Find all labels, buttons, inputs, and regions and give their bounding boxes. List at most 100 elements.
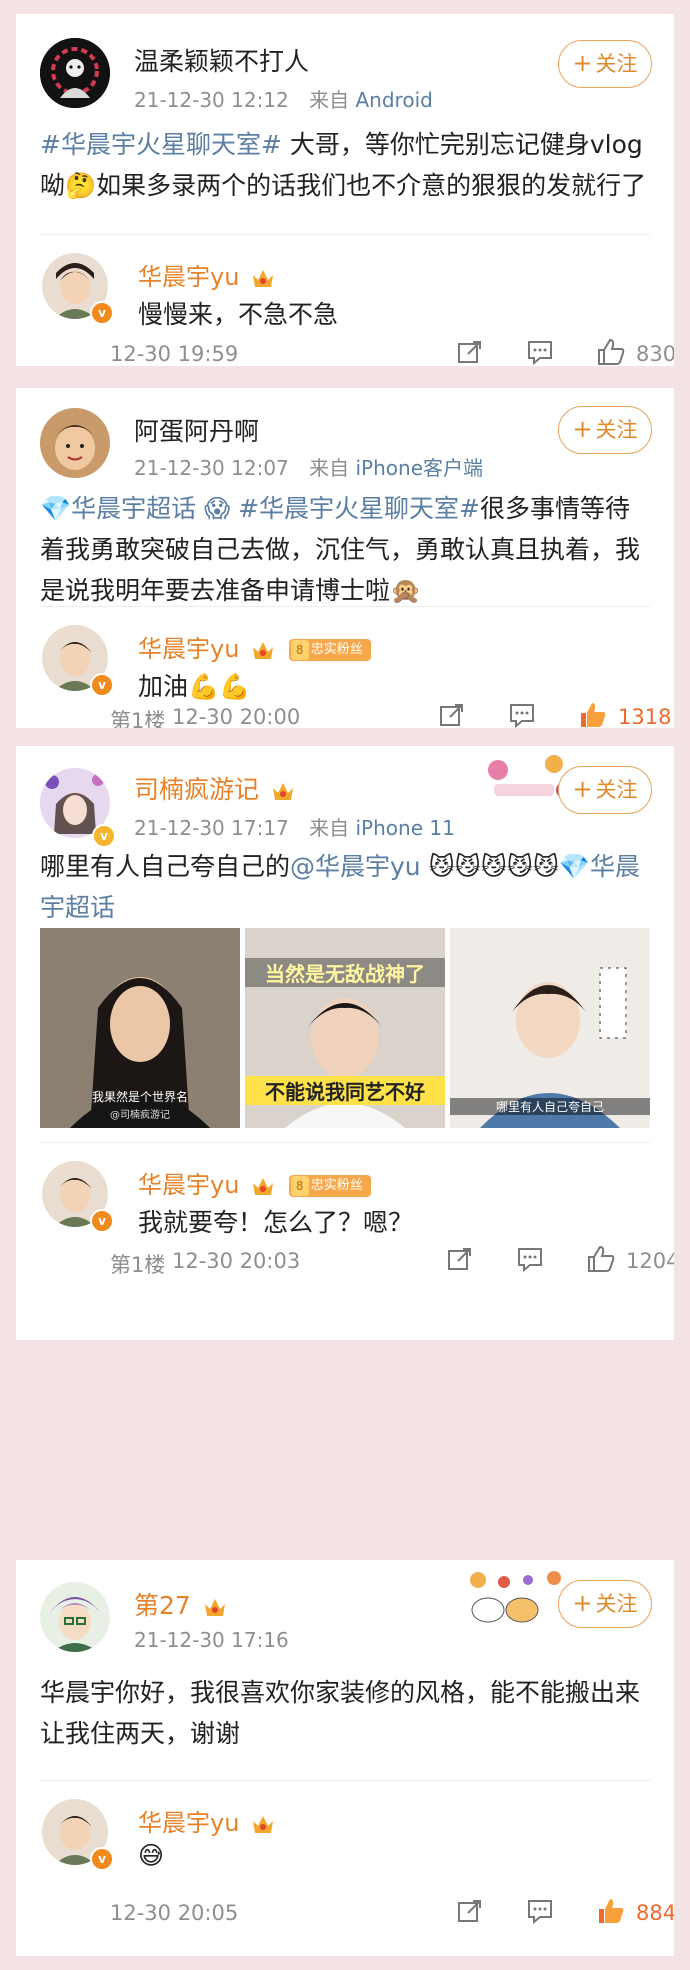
post-source: iPhone 11 <box>355 816 455 840</box>
follow-button[interactable]: + 关注 <box>558 40 652 88</box>
post-image[interactable]: 当然是无敌战神了 不能说我同艺不好 <box>245 928 445 1128</box>
author-reply: v 华晨宇yu 8 忠实粉丝 我就要夸！怎么了？嗯？ 第1楼 12-30 20:0… <box>40 1142 674 1293</box>
post-time: 21-12-30 12:07 <box>134 456 289 480</box>
fan-label: 忠实粉丝 <box>310 642 363 657</box>
fan-badge: 8 忠实粉丝 <box>288 1175 371 1197</box>
author-reply: v 华晨宇yu 😅 12-30 20:05 884 <box>40 1780 674 1951</box>
like-count: 830 <box>636 342 674 366</box>
like-thumb-icon[interactable] <box>578 701 608 728</box>
share-icon[interactable] <box>438 701 466 728</box>
username[interactable]: 阿蛋阿丹啊 <box>134 412 259 448</box>
fan-label: 忠实粉丝 <box>310 1178 363 1193</box>
username-text: 第27 <box>134 1591 191 1620</box>
fan-badge: 8 忠实粉丝 <box>288 639 371 661</box>
post-image[interactable]: 哪里有人自己夸自己 <box>450 928 650 1128</box>
image-caption-bottom: 不能说我同艺不好 <box>245 1076 445 1105</box>
follow-label: 关注 <box>595 52 638 76</box>
post-header: v 司楠疯游记 21-12-30 17:17 来自 iPhone 11 + 关注 <box>16 746 674 848</box>
post-meta: 21-12-30 17:16 <box>134 1628 289 1652</box>
post-text: 💎华晨宇超话 😱 #华晨宇火星聊天室#很多事情等待着我勇敢突破自己去做，沉住气，… <box>16 488 674 605</box>
post-text: 华晨宇你好，我很喜欢你家装修的风格，能不能搬出来让我住两天，谢谢 <box>16 1668 674 1772</box>
weibo-comment-feed: 温柔颖颖不打人 21-12-30 12:12 来自 Android + 关注 #华… <box>0 0 690 1970</box>
username-text: 司楠疯游记 <box>134 775 260 804</box>
like-count: 884 <box>636 1901 674 1925</box>
like-thumb-icon[interactable] <box>596 1897 626 1929</box>
verified-v-icon: v <box>90 673 114 697</box>
image-caption: 我果然是个世界名 <box>91 1090 188 1104</box>
verified-v-icon: v <box>92 824 116 848</box>
follow-label: 关注 <box>595 1592 638 1616</box>
crown-badge-icon <box>272 783 293 800</box>
user-avatar[interactable] <box>40 408 110 478</box>
image-caption-top: 当然是无敌战神了 <box>245 958 445 987</box>
user-avatar[interactable] <box>40 38 110 108</box>
source-prefix: 来自 <box>309 456 350 480</box>
image-caption: 哪里有人自己夸自己 <box>450 1098 650 1115</box>
comment-icon[interactable] <box>526 1897 554 1929</box>
post-source: Android <box>355 88 433 112</box>
post-header: 温柔颖颖不打人 21-12-30 12:12 来自 Android + 关注 <box>16 14 674 124</box>
reply-author[interactable]: 华晨宇yu 8 忠实粉丝 <box>138 629 371 664</box>
username[interactable]: 第27 <box>134 1586 227 1622</box>
reply-author[interactable]: 华晨宇yu <box>138 257 275 292</box>
post-time: 21-12-30 12:12 <box>134 88 289 112</box>
like-thumb-icon[interactable] <box>586 1245 616 1277</box>
verified-v-icon: v <box>90 301 114 325</box>
crown-badge-icon <box>253 1816 274 1833</box>
post-body: 哪里有人自己夸自己的 <box>40 852 291 881</box>
reply-text: 😅 <box>138 1841 165 1870</box>
plus-icon: + <box>572 415 593 443</box>
like-thumb-icon[interactable] <box>596 338 626 366</box>
plus-icon: + <box>572 49 593 77</box>
like-count: 1318 <box>618 705 672 728</box>
post-time: 21-12-30 17:17 <box>134 816 289 840</box>
reply-time: 12-30 19:59 <box>110 342 239 366</box>
post-meta: 21-12-30 17:17 来自 iPhone 11 <box>134 812 455 841</box>
reply-floor: 第1楼 <box>110 1253 166 1277</box>
plus-icon: + <box>572 775 593 803</box>
reply-author-name: 华晨宇yu <box>138 1171 240 1199</box>
post-image[interactable]: 我果然是个世界名 @司楠疯游记 <box>40 928 240 1128</box>
crown-badge-icon <box>253 1178 274 1195</box>
post-body: 华晨宇你好，我很喜欢你家装修的风格，能不能搬出来让我住两天，谢谢 <box>40 1678 641 1748</box>
mention-link[interactable]: @华晨宇yu <box>290 852 421 881</box>
comment-icon[interactable] <box>508 701 536 728</box>
reply-text: 慢慢来，不急不急 <box>138 300 339 329</box>
verified-v-icon: v <box>90 1847 114 1871</box>
post-meta: 21-12-30 12:07 来自 iPhone客户端 <box>134 452 483 481</box>
post-emoji: 😼😼😼😼😼 <box>420 852 559 881</box>
follow-button[interactable]: + 关注 <box>558 1580 652 1628</box>
share-icon[interactable] <box>456 338 484 366</box>
reply-actions: 第1楼 12-30 20:00 1318 <box>40 695 671 728</box>
topic-link[interactable]: #华晨宇火星聊天室# <box>40 130 282 159</box>
reply-author-name: 华晨宇yu <box>138 263 240 291</box>
post-meta: 21-12-30 12:12 来自 Android <box>134 84 433 113</box>
username[interactable]: 温柔颖颖不打人 <box>134 42 309 78</box>
post-card: 温柔颖颖不打人 21-12-30 12:12 来自 Android + 关注 #华… <box>16 14 674 366</box>
reply-author[interactable]: 华晨宇yu <box>138 1803 275 1838</box>
post-text: 哪里有人自己夸自己的@华晨宇yu 😼😼😼😼😼💎华晨宇超话 <box>16 846 674 926</box>
reply-actions: 12-30 20:05 884 <box>40 1891 674 1941</box>
comment-icon[interactable] <box>526 338 554 366</box>
reply-author-name: 华晨宇yu <box>138 1809 240 1837</box>
username[interactable]: 司楠疯游记 <box>134 770 295 806</box>
post-card: 第27 21-12-30 17:16 + 关注 华晨宇你好，我很喜欢你家装修的风格… <box>16 1560 674 1956</box>
user-avatar[interactable] <box>40 1582 110 1652</box>
reply-actions: 第1楼 12-30 20:03 1204 <box>40 1239 674 1289</box>
reply-author-name: 华晨宇yu <box>138 635 240 663</box>
like-count: 1204 <box>626 1249 674 1273</box>
source-prefix: 来自 <box>309 88 350 112</box>
crown-badge-icon <box>204 1599 225 1616</box>
post-card: 阿蛋阿丹啊 21-12-30 12:07 来自 iPhone客户端 + 关注 💎华… <box>16 388 674 728</box>
image-grid: 我果然是个世界名 @司楠疯游记 当然是无敌战神了 不能说我同艺不好 哪里有人自己… <box>16 928 674 1128</box>
follow-button[interactable]: + 关注 <box>558 406 652 454</box>
comment-icon[interactable] <box>516 1245 544 1277</box>
reply-author[interactable]: 华晨宇yu 8 忠实粉丝 <box>138 1165 371 1200</box>
crown-badge-icon <box>253 642 274 659</box>
topic-link[interactable]: 💎华晨宇超话 😱 #华晨宇火星聊天室# <box>40 494 480 523</box>
share-icon[interactable] <box>456 1897 484 1929</box>
plus-icon: + <box>572 1589 593 1617</box>
follow-label: 关注 <box>595 778 638 802</box>
share-icon[interactable] <box>446 1245 474 1277</box>
follow-button[interactable]: + 关注 <box>558 766 652 814</box>
